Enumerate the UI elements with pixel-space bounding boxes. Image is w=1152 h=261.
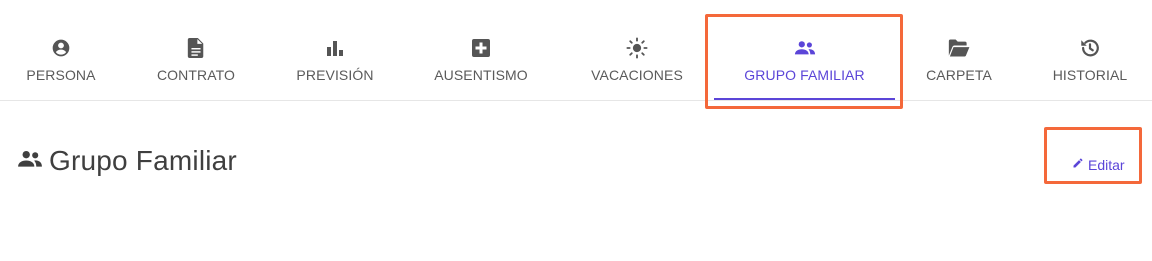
section-header: Grupo Familiar (17, 141, 237, 181)
people-icon (794, 37, 816, 59)
edit-label: Editar (1088, 157, 1125, 173)
account-circle-icon (50, 37, 72, 59)
tab-label: VACACIONES (591, 67, 683, 83)
edit-button[interactable]: Editar (1072, 154, 1125, 176)
tab-contrato[interactable]: CONTRATO (145, 0, 247, 100)
tab-ausentismo[interactable]: AUSENTISMO (422, 0, 540, 100)
tab-label: CARPETA (926, 67, 992, 83)
tab-prevision[interactable]: PREVISIÓN (285, 0, 385, 100)
medical-plus-icon (470, 37, 492, 59)
people-icon (17, 150, 43, 173)
tab-label: PREVISIÓN (296, 67, 374, 83)
pencil-icon (1072, 156, 1084, 174)
tab-persona[interactable]: PERSONA (12, 0, 110, 100)
tab-bar: PERSONA CONTRATO PREVISIÓN AUSENTISMO VA… (0, 0, 1152, 101)
tab-label: PERSONA (26, 67, 96, 83)
tab-label: CONTRATO (156, 67, 236, 83)
tab-label: GRUPO FAMILIAR (744, 67, 865, 83)
tab-carpeta[interactable]: CARPETA (910, 0, 1008, 100)
tab-label: AUSENTISMO (434, 67, 528, 83)
active-tab-indicator (714, 98, 895, 100)
document-icon (185, 37, 207, 59)
bar-chart-icon (324, 37, 346, 59)
page-title: Grupo Familiar (49, 145, 237, 176)
tab-label: HISTORIAL (1052, 67, 1128, 83)
sun-icon (626, 37, 648, 59)
folder-open-icon (948, 37, 970, 59)
tab-grupo-familiar[interactable]: GRUPO FAMILIAR (714, 0, 895, 100)
tab-historial[interactable]: HISTORIAL (1040, 0, 1140, 100)
history-icon (1079, 37, 1101, 59)
tab-vacaciones[interactable]: VACACIONES (580, 0, 694, 100)
